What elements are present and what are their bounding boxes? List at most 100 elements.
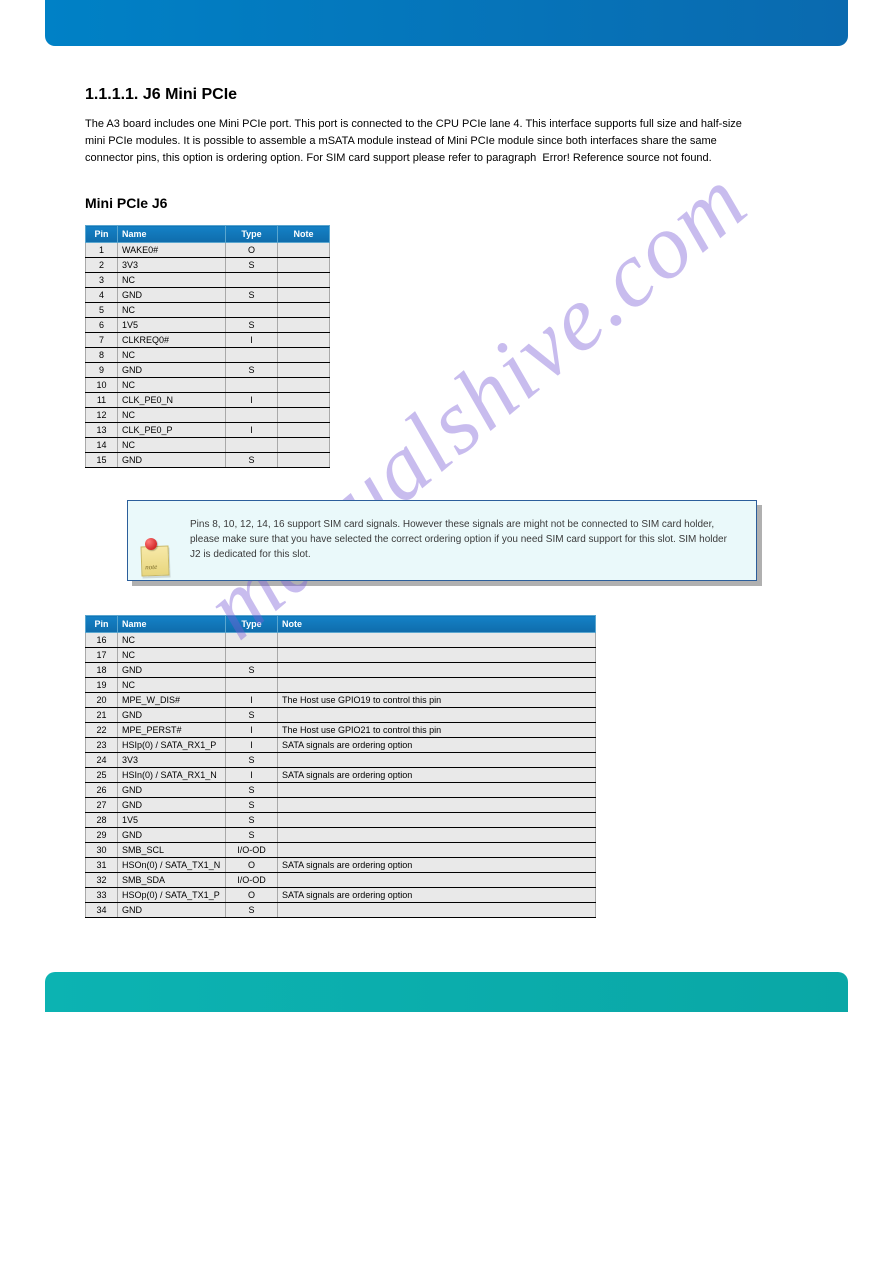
table-cell <box>226 408 278 423</box>
table-cell <box>278 333 330 348</box>
table-cell: SMB_SCL <box>118 843 226 858</box>
table-row: 21GNDS <box>86 708 596 723</box>
section-number-heading: 1.1.1.1. J6 Mini PCIe <box>85 86 813 104</box>
table-cell: S <box>226 708 278 723</box>
table-cell <box>278 258 330 273</box>
table-cell: The Host use GPIO21 to control this pin <box>278 723 596 738</box>
table-cell: GND <box>118 903 226 918</box>
table-cell: I/O-OD <box>226 873 278 888</box>
table-cell: S <box>226 453 278 468</box>
table-cell: I <box>226 768 278 783</box>
table-cell: S <box>226 798 278 813</box>
table-cell: MPE_PERST# <box>118 723 226 738</box>
table-cell: 24 <box>86 753 118 768</box>
table-cell: HSIp(0) / SATA_RX1_P <box>118 738 226 753</box>
table-cell <box>278 813 596 828</box>
table-cell <box>278 288 330 303</box>
table-cell: 8 <box>86 348 118 363</box>
table-cell: 4 <box>86 288 118 303</box>
table-cell <box>278 273 330 288</box>
table-cell <box>278 438 330 453</box>
table-row: 34GNDS <box>86 903 596 918</box>
note-text: Pins 8, 10, 12, 14, 16 support SIM card … <box>190 519 727 560</box>
table-cell <box>278 393 330 408</box>
table-cell: GND <box>118 798 226 813</box>
table-row: 5NC <box>86 303 330 318</box>
col-type: Type <box>226 226 278 243</box>
table-cell: NC <box>118 408 226 423</box>
table-cell: 3V3 <box>118 258 226 273</box>
table-row: 13CLK_PE0_PI <box>86 423 330 438</box>
table-cell <box>278 663 596 678</box>
table-cell: MPE_W_DIS# <box>118 693 226 708</box>
table-cell: NC <box>118 438 226 453</box>
table-cell: 17 <box>86 648 118 663</box>
table-cell: I/O-OD <box>226 843 278 858</box>
table-cell: S <box>226 813 278 828</box>
table-cell: 26 <box>86 783 118 798</box>
table-row: 9GNDS <box>86 363 330 378</box>
table-cell: NC <box>118 648 226 663</box>
table-cell: NC <box>118 378 226 393</box>
table-cell: NC <box>118 303 226 318</box>
table-cell: CLK_PE0_P <box>118 423 226 438</box>
table-cell: I <box>226 393 278 408</box>
bottom-banner <box>45 972 848 1012</box>
table-cell <box>278 828 596 843</box>
table-row: 61V5S <box>86 318 330 333</box>
table-cell: HSOp(0) / SATA_TX1_P <box>118 888 226 903</box>
table-cell: 3 <box>86 273 118 288</box>
table-row: 15GNDS <box>86 453 330 468</box>
table-cell: 19 <box>86 678 118 693</box>
table-cell <box>278 678 596 693</box>
table-cell: NC <box>118 633 226 648</box>
table-cell: 1 <box>86 243 118 258</box>
table-cell: S <box>226 663 278 678</box>
table-cell: 20 <box>86 693 118 708</box>
table-cell <box>278 453 330 468</box>
table-cell: 9 <box>86 363 118 378</box>
table-cell <box>278 843 596 858</box>
table-cell <box>278 753 596 768</box>
col-name: Name <box>118 226 226 243</box>
table-cell: CLK_PE0_N <box>118 393 226 408</box>
table-cell: 7 <box>86 333 118 348</box>
table-cell <box>278 798 596 813</box>
col-type: Type <box>226 616 278 633</box>
table-cell: O <box>226 888 278 903</box>
table-row: 12NC <box>86 408 330 423</box>
table-cell: GND <box>118 708 226 723</box>
table-cell: 30 <box>86 843 118 858</box>
table-cell: 27 <box>86 798 118 813</box>
table-cell: 10 <box>86 378 118 393</box>
table-cell: 1V5 <box>118 813 226 828</box>
table-cell: 6 <box>86 318 118 333</box>
table-cell: 29 <box>86 828 118 843</box>
table-cell: HSOn(0) / SATA_TX1_N <box>118 858 226 873</box>
table-cell: WAKE0# <box>118 243 226 258</box>
table-cell <box>226 438 278 453</box>
table-cell: 18 <box>86 663 118 678</box>
table-cell: O <box>226 858 278 873</box>
table-cell: 25 <box>86 768 118 783</box>
table-cell: 15 <box>86 453 118 468</box>
table-cell: 5 <box>86 303 118 318</box>
table-cell: 1V5 <box>118 318 226 333</box>
table-cell: 14 <box>86 438 118 453</box>
table-cell: S <box>226 753 278 768</box>
table-cell: S <box>226 903 278 918</box>
table-cell: GND <box>118 783 226 798</box>
table-row: 27GNDS <box>86 798 596 813</box>
table-cell: I <box>226 693 278 708</box>
col-pin: Pin <box>86 226 118 243</box>
table-cell <box>278 633 596 648</box>
table-cell <box>278 378 330 393</box>
intro-paragraph: The A3 board includes one Mini PCIe port… <box>85 116 765 167</box>
table-cell: GND <box>118 828 226 843</box>
pinout-table-j6-part1: Pin Name Type Note 1WAKE0#O23V3S3NC4GNDS… <box>85 225 330 468</box>
table-cell: S <box>226 828 278 843</box>
table-cell <box>278 873 596 888</box>
col-note: Note <box>278 616 596 633</box>
table-cell: 2 <box>86 258 118 273</box>
col-name: Name <box>118 616 226 633</box>
